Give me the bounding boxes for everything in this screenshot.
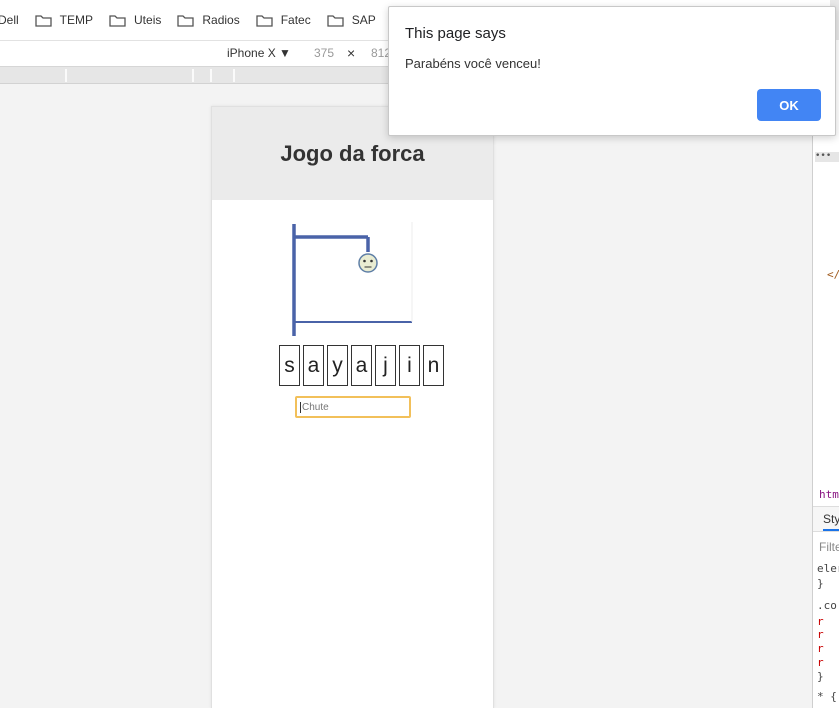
style-rule-line: } — [817, 577, 824, 590]
style-rule-line: * { — [817, 690, 837, 703]
phone-viewport: Jogo da forca s a y a j i n Chute — [211, 106, 494, 708]
folder-icon — [109, 14, 126, 27]
viewport-width-field[interactable]: 375 — [314, 46, 334, 60]
style-prop-marker: r — [817, 642, 824, 655]
letter-box: n — [423, 345, 444, 386]
ruler-tick — [65, 69, 67, 82]
bookmark-sap[interactable]: SAP — [327, 13, 376, 27]
bookmark-label: Fatec — [280, 13, 311, 27]
guess-placeholder: Chute — [302, 401, 329, 413]
devtools-panel: ••• </ htm Sty Filte eler } .co r r r r … — [812, 40, 839, 708]
style-rule-line: eler — [817, 562, 839, 575]
style-prop-marker: r — [817, 656, 824, 669]
more-options-icon[interactable]: ••• — [815, 152, 839, 162]
letter-box: y — [327, 345, 348, 386]
breadcrumb-html[interactable]: htm — [819, 488, 839, 501]
style-prop-marker: r — [817, 615, 824, 628]
folder-icon — [177, 14, 195, 27]
bookmark-dell[interactable]: Dell — [0, 13, 19, 27]
letter-box: i — [399, 345, 420, 386]
bookmark-label: SAP — [351, 13, 376, 27]
bookmark-uteis[interactable]: Uteis — [109, 13, 161, 27]
folder-icon — [327, 14, 344, 27]
page-title: Jogo da forca — [280, 140, 425, 166]
bookmark-label: TEMP — [59, 13, 94, 27]
letter-box: j — [375, 345, 396, 386]
face-icon — [358, 253, 378, 273]
bookmark-temp[interactable]: TEMP — [35, 13, 93, 27]
styles-filter-input[interactable]: Filte — [819, 540, 839, 554]
bookmark-radios[interactable]: Radios — [177, 13, 240, 27]
alert-message: Parabéns você venceu! — [405, 56, 541, 71]
alert-title: This page says — [405, 25, 506, 42]
dom-closing-tag: </ — [827, 268, 839, 281]
bookmark-fatec[interactable]: Fatec — [256, 13, 311, 27]
bookmark-label: Dell — [0, 13, 19, 27]
alert-dialog: This page says Parabéns você venceu! OK — [388, 6, 836, 136]
style-rule-line: .co — [817, 599, 837, 612]
device-select[interactable]: iPhone X ▼ — [227, 46, 291, 60]
guess-input[interactable]: Chute — [295, 396, 411, 418]
dimension-separator: × — [347, 45, 356, 61]
style-prop-marker: r — [817, 628, 824, 641]
devtools-subtabs: Sty — [813, 506, 839, 532]
gallows-drawing — [292, 222, 413, 336]
folder-icon — [256, 14, 273, 27]
ok-button[interactable]: OK — [757, 89, 821, 121]
style-rule-line: } — [817, 670, 824, 683]
letter-box: a — [303, 345, 324, 386]
letter-box: s — [279, 345, 300, 386]
tab-styles[interactable]: Sty — [823, 512, 839, 531]
letter-box: a — [351, 345, 372, 386]
ruler-tick — [233, 69, 235, 82]
word-display: s a y a j i n — [279, 345, 444, 386]
text-caret — [300, 401, 301, 413]
bookmark-label: Radios — [202, 13, 240, 27]
folder-icon — [35, 14, 52, 27]
bookmark-label: Uteis — [134, 13, 162, 27]
ruler-tick — [192, 69, 194, 82]
ruler-tick — [210, 69, 212, 82]
